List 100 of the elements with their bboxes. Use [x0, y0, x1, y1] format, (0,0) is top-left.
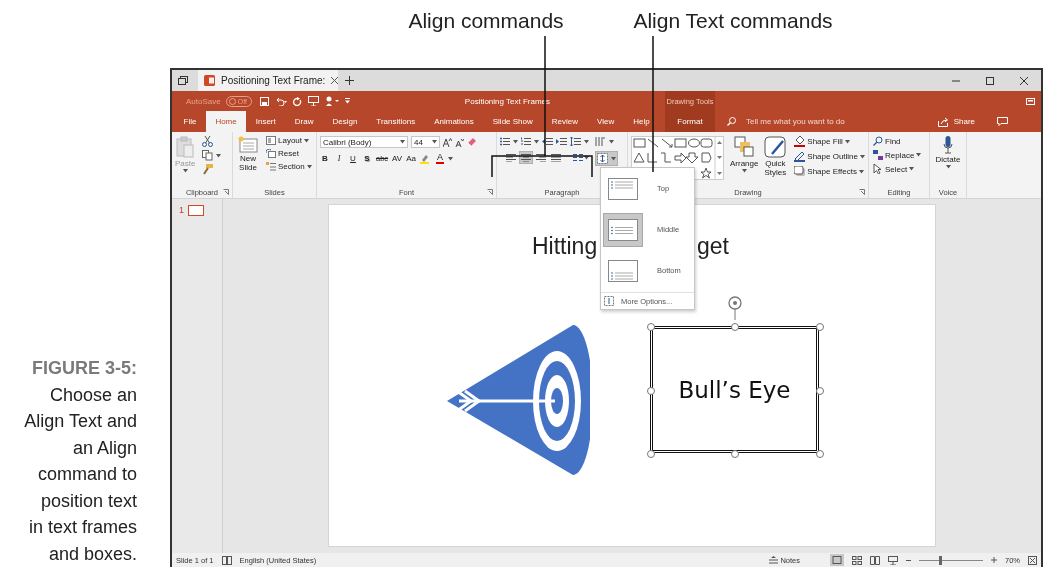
dialog-launcher-icon[interactable]	[223, 189, 229, 195]
caret-icon[interactable]	[182, 169, 188, 173]
copy-icon[interactable]	[202, 150, 214, 161]
arrange-button[interactable]: Arrange	[730, 136, 759, 186]
caret-icon[interactable]	[400, 140, 405, 144]
spelling-icon[interactable]	[221, 555, 232, 565]
dialog-launcher-icon[interactable]	[859, 189, 865, 195]
resize-handle[interactable]	[647, 450, 655, 458]
resize-handle[interactable]	[816, 450, 824, 458]
align-button[interactable]	[549, 151, 563, 164]
quick-styles-button[interactable]: Quick Styles	[761, 136, 790, 186]
redo-icon[interactable]	[292, 96, 302, 106]
shape-effects-button[interactable]: Shape Effects	[794, 166, 865, 177]
customize-icon[interactable]	[344, 98, 350, 104]
resize-handle[interactable]	[647, 323, 655, 331]
section-button[interactable]: Section	[266, 162, 312, 171]
decrease-indent-icon[interactable]	[542, 137, 553, 146]
increase-indent-icon[interactable]	[556, 137, 567, 146]
layout-button[interactable]: Layout	[266, 136, 312, 145]
close-icon[interactable]	[331, 77, 339, 84]
caret-icon[interactable]	[534, 139, 539, 144]
ribbon-tab[interactable]: Help	[623, 111, 660, 132]
format-button[interactable]: B	[320, 154, 330, 163]
comment-icon[interactable]	[997, 117, 1008, 126]
window-icon[interactable]	[178, 76, 188, 85]
dialog-launcher-icon[interactable]	[487, 189, 493, 195]
ribbon-display-icon[interactable]	[1026, 97, 1035, 105]
align-button[interactable]	[504, 151, 518, 164]
ribbon-tab[interactable]: View	[587, 111, 624, 132]
reading-view-icon[interactable]	[870, 555, 880, 565]
format-button[interactable]: AV	[392, 154, 403, 163]
zoom-slider-thumb[interactable]	[938, 555, 942, 565]
zoom-in-icon[interactable]	[991, 557, 997, 563]
format-button[interactable]: U	[348, 154, 358, 163]
normal-view-icon[interactable]	[830, 554, 844, 566]
caret-icon[interactable]	[306, 164, 312, 169]
dictate-button[interactable]: Dictate	[933, 136, 963, 186]
new-slide-button[interactable]: New Slide	[236, 136, 260, 186]
line-spacing-icon[interactable]	[570, 137, 581, 146]
ribbon-tab[interactable]: File	[174, 111, 206, 132]
caret-icon[interactable]	[858, 169, 864, 174]
caret-icon[interactable]	[432, 140, 437, 144]
search-icon[interactable]	[873, 136, 883, 146]
caret-icon[interactable]	[860, 154, 865, 159]
new-tab-icon[interactable]	[344, 76, 354, 85]
text-align-preview-icon[interactable]	[608, 177, 638, 200]
caret-icon[interactable]	[513, 139, 518, 144]
reset-button[interactable]: Reset	[266, 149, 312, 158]
presenter-icon[interactable]	[307, 96, 319, 106]
microphone-icon[interactable]	[943, 136, 953, 154]
caret-icon[interactable]	[909, 167, 915, 171]
section-icon[interactable]	[266, 162, 276, 171]
shrink-font-icon[interactable]	[455, 137, 464, 147]
search-icon[interactable]	[727, 117, 736, 126]
maximize-icon[interactable]	[986, 76, 994, 85]
caret-icon[interactable]	[741, 169, 747, 173]
caret-icon[interactable]	[844, 139, 850, 144]
caret-icon[interactable]	[304, 138, 310, 143]
resize-handle[interactable]	[816, 323, 824, 331]
text-align-preview-icon[interactable]	[608, 218, 638, 241]
arrange-icon[interactable]	[734, 136, 755, 158]
caret-icon[interactable]	[584, 139, 589, 144]
ribbon-tab[interactable]: Slide Show	[483, 111, 543, 132]
ribbon-tab[interactable]: Transitions	[366, 111, 425, 132]
ribbon-tab[interactable]: Draw	[285, 111, 323, 132]
fill-bucket-icon[interactable]	[794, 136, 806, 147]
cursor-icon[interactable]	[873, 164, 883, 174]
caret-icon[interactable]	[216, 153, 222, 158]
ribbon-tab[interactable]: Review	[542, 111, 588, 132]
cut-icon[interactable]	[202, 136, 214, 147]
share-button[interactable]: Share	[953, 117, 975, 126]
ribbon-tab[interactable]: Home	[205, 111, 247, 132]
format-button[interactable]: Aa	[406, 154, 416, 163]
text-align-preview-icon[interactable]	[608, 259, 638, 282]
format-button[interactable]: S	[362, 154, 372, 163]
format-button[interactable]: I	[334, 154, 344, 163]
fit-to-window-icon[interactable]	[1028, 555, 1037, 565]
caret-icon[interactable]	[609, 139, 614, 144]
presentation-app-icon[interactable]	[204, 75, 215, 86]
font-size-field[interactable]: 44	[411, 136, 440, 148]
resize-handle[interactable]	[647, 387, 655, 395]
minimize-icon[interactable]	[952, 79, 960, 82]
numbering-icon[interactable]	[521, 137, 531, 146]
caret-icon[interactable]	[916, 153, 922, 157]
notes-icon[interactable]	[769, 556, 779, 564]
select-button[interactable]: Select	[873, 164, 926, 174]
resize-handle[interactable]	[816, 387, 824, 395]
share-icon[interactable]	[937, 116, 949, 127]
ribbon-tab[interactable]: Insert	[246, 111, 286, 132]
slide-thumbnail[interactable]	[188, 205, 204, 216]
columns-icon[interactable]	[573, 153, 583, 162]
format-painter-icon[interactable]	[202, 164, 214, 175]
replace-button[interactable]: Replace	[873, 150, 926, 160]
tell-me-field[interactable]: Tell me what you want to do	[746, 117, 845, 126]
reset-icon[interactable]	[266, 149, 276, 158]
undo-icon[interactable]	[274, 96, 287, 106]
rotate-handle-icon[interactable]	[727, 296, 743, 320]
replace-icon[interactable]	[873, 150, 883, 160]
slide-show-icon[interactable]	[888, 555, 898, 565]
resize-handle[interactable]	[731, 323, 739, 331]
